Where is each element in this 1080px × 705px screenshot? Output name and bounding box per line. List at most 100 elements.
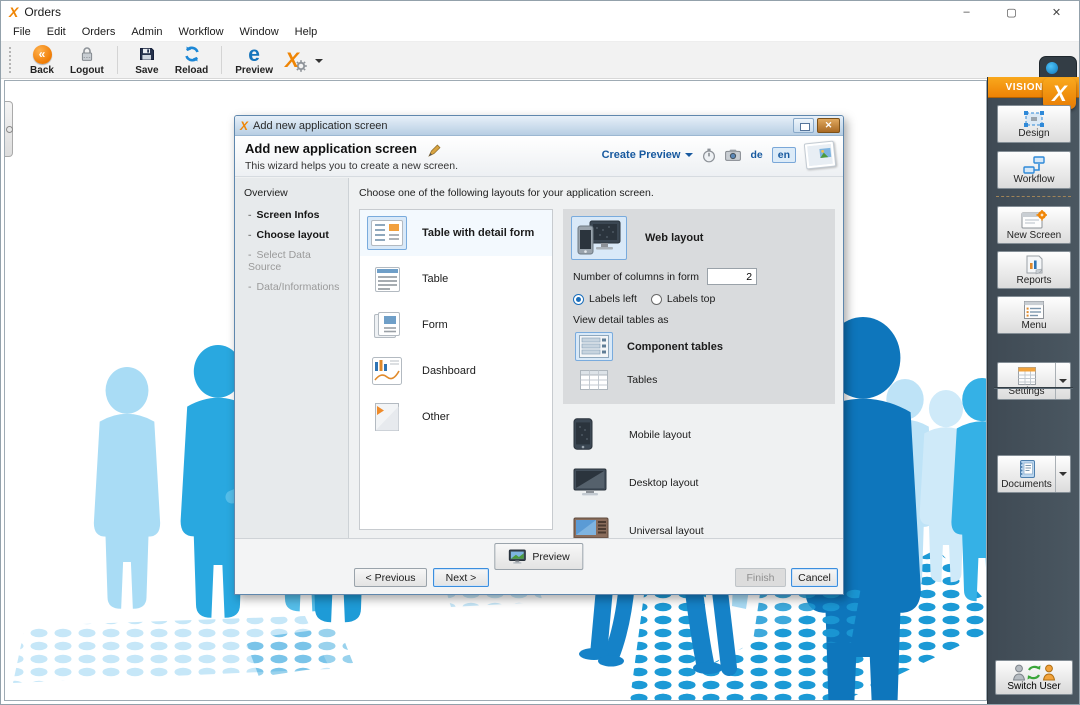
preview-screen-button[interactable]: Preview <box>494 543 583 570</box>
preview-monitor-icon <box>508 549 526 564</box>
next-button[interactable]: Next > <box>433 568 489 587</box>
menu-window[interactable]: Window <box>232 24 287 40</box>
switch-user-button[interactable]: Switch User <box>995 660 1073 695</box>
toolbar-grip[interactable] <box>9 47 14 73</box>
reload-button[interactable]: Reload <box>169 42 214 78</box>
app-window: X Orders – ▢ ✕ File Edit Orders Admin Wo… <box>0 0 1080 705</box>
labels-top-radio[interactable]: Labels top <box>651 293 715 305</box>
save-button[interactable]: Save <box>125 42 169 78</box>
language-en-button[interactable]: en <box>772 147 796 163</box>
dashboard-icon <box>367 354 407 388</box>
visionx-menu-button[interactable]: X <box>279 42 329 78</box>
layout-option-table[interactable]: Table <box>360 256 552 302</box>
toolbar-separator <box>221 46 222 74</box>
menu-file[interactable]: File <box>5 24 39 40</box>
camera-icon[interactable] <box>725 149 741 161</box>
sidebar-new-screen-button[interactable]: New Screen <box>997 206 1071 244</box>
toolbar: « Back Logout Save Reload e Preview <box>1 42 1079 79</box>
menu-icon <box>1023 300 1045 320</box>
mobile-layout-icon <box>573 418 611 453</box>
menu-admin[interactable]: Admin <box>123 24 170 40</box>
dialog-logo-x-icon: X <box>240 119 248 133</box>
tables-option[interactable]: Tables <box>575 365 827 394</box>
step-choose-layout[interactable]: Choose layout <box>248 229 344 241</box>
back-button[interactable]: « Back <box>20 42 64 78</box>
sidebar-settings-button[interactable]: Settings <box>997 362 1071 400</box>
visionx-sidebar: VISION X Design Workflow New Screen Repo… <box>987 77 1079 704</box>
layout-list: Table with detail form Table <box>359 209 553 530</box>
layout-options-panel: Web layout Number of columns in form Lab… <box>563 209 835 530</box>
web-layout-group: Web layout Number of columns in form Lab… <box>563 209 835 404</box>
cancel-button[interactable]: Cancel <box>791 568 838 587</box>
menu-orders[interactable]: Orders <box>74 24 124 40</box>
wizard-title: Add new application screen <box>245 141 417 156</box>
menu-help[interactable]: Help <box>287 24 326 40</box>
finish-button[interactable]: Finish <box>735 568 786 587</box>
stopwatch-icon[interactable] <box>702 148 716 163</box>
documents-dropdown-arrow[interactable] <box>1055 456 1070 492</box>
other-icon <box>367 400 407 434</box>
app-logo-x-icon: X <box>9 4 18 20</box>
desktop-layout-icon <box>573 468 611 499</box>
logout-lock-icon <box>79 44 95 64</box>
step-screen-infos[interactable]: Screen Infos <box>248 209 344 221</box>
close-button[interactable]: ✕ <box>1034 1 1079 23</box>
desktop-layout-option[interactable]: Desktop layout <box>573 466 835 500</box>
labels-left-radio[interactable]: Labels left <box>573 293 637 305</box>
workflow-icon <box>1022 156 1046 174</box>
component-tables-option[interactable]: Component tables <box>575 332 827 361</box>
maximize-button[interactable]: ▢ <box>989 1 1034 23</box>
edit-pencil-icon <box>427 143 442 158</box>
form-icon <box>367 308 407 342</box>
menu-workflow[interactable]: Workflow <box>171 24 232 40</box>
dialog-restore-button[interactable] <box>793 118 814 133</box>
universal-layout-label: Universal layout <box>629 525 704 537</box>
tables-icon <box>575 365 613 394</box>
mobile-layout-option[interactable]: Mobile layout <box>573 418 835 452</box>
wizard-footer: Preview < Previous Next > Finish Cancel <box>235 538 843 594</box>
back-icon: « <box>33 45 52 64</box>
sidebar-documents-button[interactable]: Documents <box>997 455 1071 493</box>
preview-button[interactable]: e Preview <box>229 42 279 78</box>
component-tables-icon <box>575 332 613 361</box>
step-data-informations[interactable]: Data/Informations <box>248 281 344 293</box>
dialog-close-button[interactable]: ✕ <box>817 118 840 133</box>
sidebar-workflow-button[interactable]: Workflow <box>997 151 1071 189</box>
mobile-layout-label: Mobile layout <box>629 429 691 441</box>
sidebar-divider <box>996 196 1071 197</box>
wizard-content: Choose one of the following layouts for … <box>349 178 843 540</box>
screen-image-thumbnail[interactable] <box>804 141 837 170</box>
previous-button[interactable]: < Previous <box>354 568 427 587</box>
sidebar-design-button[interactable]: Design <box>997 105 1071 143</box>
floating-panel-tab[interactable] <box>1039 56 1077 78</box>
web-layout-icon[interactable] <box>571 216 627 260</box>
dialog-titlebar[interactable]: X Add new application screen ✕ <box>235 116 843 136</box>
dialog-title: Add new application screen <box>253 120 388 132</box>
preview-browser-icon: e <box>248 45 260 64</box>
settings-dropdown-arrow[interactable] <box>1055 363 1070 399</box>
minimize-button[interactable]: – <box>944 1 989 23</box>
create-preview-link[interactable]: Create Preview <box>602 149 694 161</box>
panel-collapse-grip[interactable] <box>5 101 13 157</box>
sidebar-reports-button[interactable]: Reports <box>997 251 1071 289</box>
documents-icon <box>1016 459 1038 479</box>
logout-button[interactable]: Logout <box>64 42 110 78</box>
step-select-data-source[interactable]: Select Data Source <box>248 249 344 273</box>
workspace: X Add new application screen ✕ Add new a… <box>4 80 987 701</box>
layout-option-table-with-detail-form[interactable]: Table with detail form <box>360 210 552 256</box>
titlebar: X Orders – ▢ ✕ <box>1 1 1079 23</box>
menu-edit[interactable]: Edit <box>39 24 74 40</box>
layout-option-dashboard[interactable]: Dashboard <box>360 348 552 394</box>
columns-input[interactable] <box>707 268 757 285</box>
layout-prompt: Choose one of the following layouts for … <box>359 187 654 199</box>
menubar: File Edit Orders Admin Workflow Window H… <box>1 23 1079 42</box>
language-de-button[interactable]: de <box>750 149 762 161</box>
columns-label: Number of columns in form <box>573 271 699 283</box>
layout-option-other[interactable]: Other <box>360 394 552 440</box>
layout-option-form[interactable]: Form <box>360 302 552 348</box>
wizard-subtitle: This wizard helps you to create a new sc… <box>245 160 458 172</box>
web-layout-label: Web layout <box>645 232 703 244</box>
wizard-body: Overview Screen Infos Choose layout Sele… <box>235 178 843 540</box>
sidebar-menu-button[interactable]: Menu <box>997 296 1071 334</box>
design-icon <box>1022 110 1046 128</box>
